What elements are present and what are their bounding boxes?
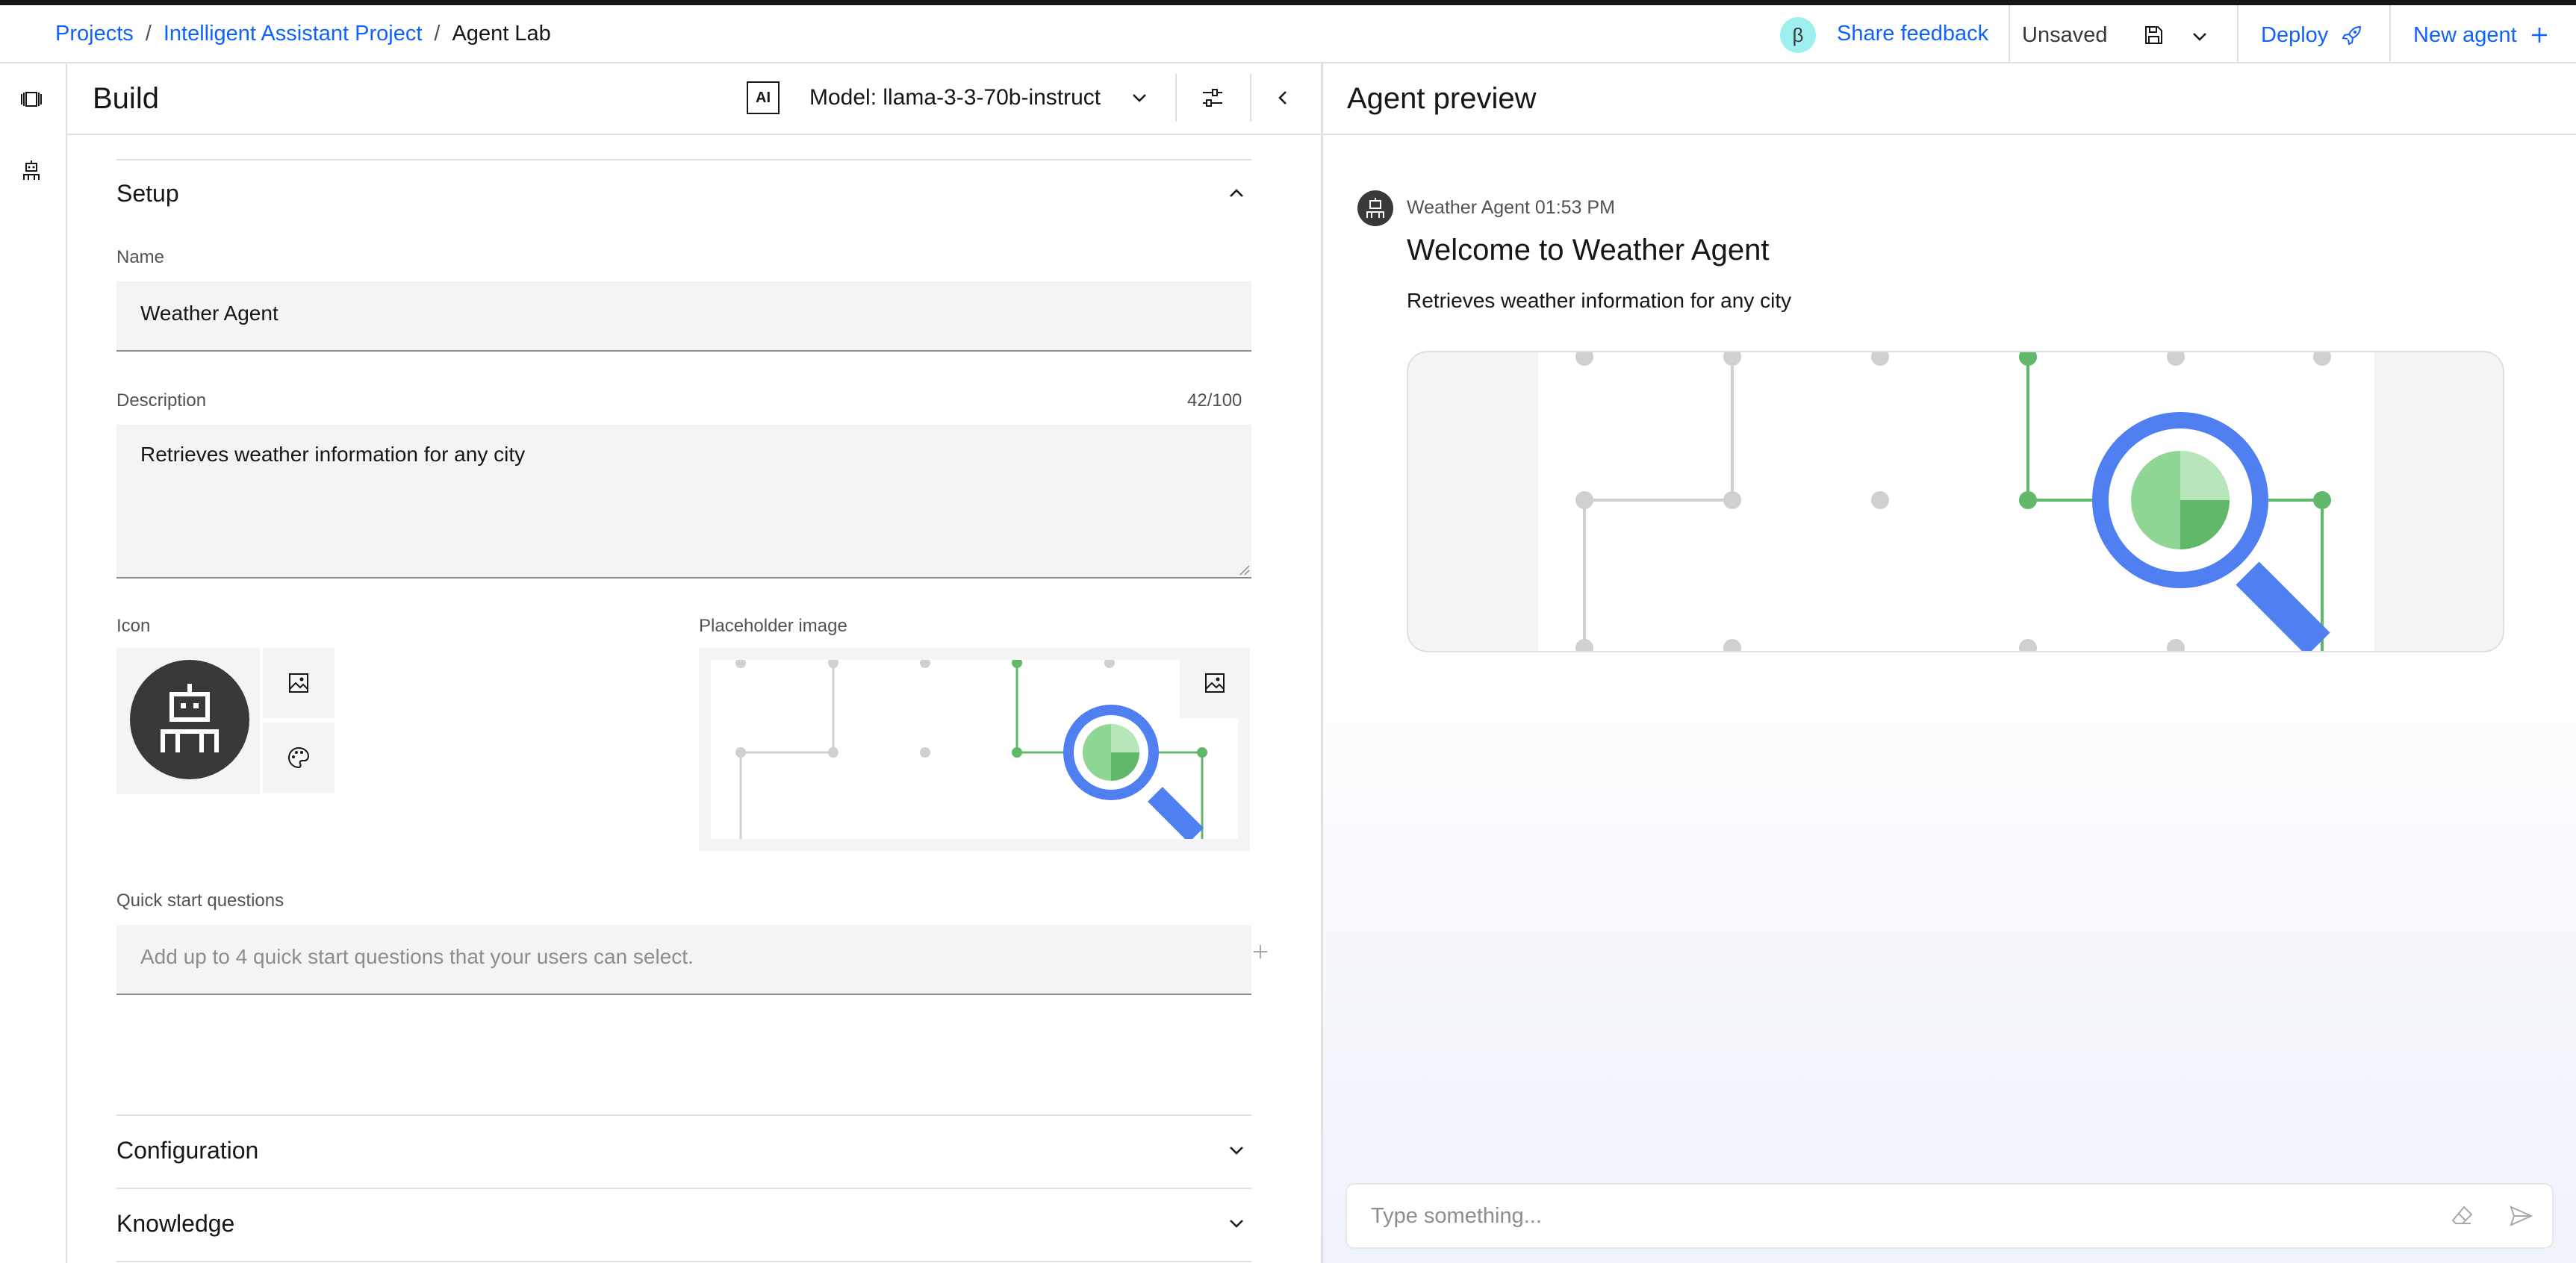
- header-divider: [2389, 5, 2391, 62]
- configuration-accordion-title[interactable]: Configuration: [116, 1134, 258, 1167]
- divider: [116, 159, 1251, 160]
- preview-header: Agent preview: [1323, 63, 2576, 135]
- header-divider: [2009, 5, 2010, 62]
- message-time: 01:53 PM: [1534, 197, 1615, 218]
- welcome-description: Retrieves weather information for any ci…: [1407, 289, 1792, 312]
- breadcrumb-projects[interactable]: Projects: [55, 19, 134, 49]
- upload-icon-button[interactable]: [263, 648, 335, 718]
- save-icon[interactable]: [2141, 23, 2165, 47]
- palette-icon: [288, 746, 310, 769]
- chat-input-placeholder: Type something...: [1371, 1204, 1542, 1228]
- welcome-illustration: [1575, 352, 2331, 651]
- breadcrumb-current: Agent Lab: [452, 22, 551, 46]
- breadcrumb-project[interactable]: Intelligent Assistant Project: [164, 19, 423, 49]
- placeholder-image-label: Placeholder image: [699, 616, 847, 636]
- divider: [116, 1261, 1251, 1262]
- new-agent-label: New agent: [2413, 23, 2517, 47]
- send-icon[interactable]: [2507, 1203, 2534, 1229]
- build-title: Build: [93, 82, 159, 115]
- name-field[interactable]: Weather Agent: [116, 281, 1251, 352]
- description-label: Description: [116, 390, 207, 411]
- eraser-icon[interactable]: [2449, 1203, 2476, 1229]
- ai-badge: AI: [747, 81, 780, 114]
- setup-accordion-title[interactable]: Setup: [116, 177, 179, 210]
- description-textarea[interactable]: Retrieves weather information for any ci…: [116, 425, 1251, 579]
- icon-color-button[interactable]: [263, 723, 335, 793]
- image-icon: [289, 673, 308, 693]
- robot-icon: [161, 684, 219, 752]
- divider: [116, 1114, 1251, 1116]
- plus-icon: [2531, 28, 2547, 43]
- save-options-chevron-icon[interactable]: [2188, 25, 2212, 49]
- breadcrumb-separator: /: [145, 22, 152, 46]
- toolbar-divider: [1175, 74, 1177, 122]
- quick-start-input[interactable]: Add up to 4 quick start questions that y…: [116, 925, 1267, 995]
- new-agent-button[interactable]: New agent: [2413, 20, 2550, 50]
- image-icon: [1205, 673, 1225, 693]
- settings-sliders-icon[interactable]: [1199, 84, 1226, 111]
- chevron-up-icon[interactable]: [1225, 181, 1248, 205]
- robot-icon: [1366, 198, 1384, 218]
- name-label: Name: [116, 247, 165, 267]
- deploy-label: Deploy: [2261, 23, 2329, 47]
- welcome-image: [1538, 352, 2374, 651]
- breadcrumb-separator: /: [434, 22, 441, 46]
- knowledge-accordion-title[interactable]: Knowledge: [116, 1207, 234, 1240]
- top-border: [0, 0, 2576, 5]
- divider: [116, 1188, 1251, 1189]
- build-panel: Build AI Model: llama-3-3-70b-instruct S…: [67, 63, 1323, 1263]
- description-char-count: 42/100: [1187, 390, 1242, 411]
- model-selector[interactable]: Model: llama-3-3-70b-instruct: [809, 83, 1101, 113]
- rocket-icon: [2342, 25, 2362, 46]
- description-value: Retrieves weather information for any ci…: [140, 443, 526, 466]
- resize-handle-icon[interactable]: [1236, 562, 1250, 576]
- icon-label: Icon: [116, 616, 151, 636]
- placeholder-image-preview: [711, 660, 1238, 839]
- breadcrumb: Projects / Intelligent Assistant Project…: [55, 19, 551, 49]
- agent-avatar: [130, 660, 249, 779]
- message-meta: Weather Agent 01:53 PM: [1407, 195, 1615, 220]
- upload-placeholder-button[interactable]: [1180, 648, 1250, 718]
- name-field-value: Weather Agent: [140, 302, 279, 325]
- header-divider: [2237, 5, 2239, 62]
- preview-title: Agent preview: [1347, 82, 1537, 115]
- quick-start-placeholder: Add up to 4 quick start questions that y…: [140, 945, 694, 968]
- chevron-down-icon[interactable]: [1127, 86, 1151, 110]
- deploy-button[interactable]: Deploy: [2261, 20, 2364, 50]
- beta-badge: β: [1780, 17, 1816, 53]
- welcome-title: Welcome to Weather Agent: [1407, 234, 1770, 266]
- carousel-icon[interactable]: [18, 86, 45, 113]
- agent-preview-panel: Agent preview Weather Agent 01:53 PM Wel…: [1323, 63, 2576, 1263]
- welcome-image-card: [1407, 351, 2504, 652]
- left-rail: [0, 63, 67, 1263]
- agent-icon[interactable]: [18, 158, 45, 184]
- top-header: Projects / Intelligent Assistant Project…: [0, 5, 2576, 63]
- add-question-plus-icon[interactable]: [1248, 940, 1272, 964]
- chevron-down-icon[interactable]: [1225, 1138, 1248, 1162]
- placeholder-illustration: [735, 660, 1207, 839]
- chevron-left-icon[interactable]: [1271, 86, 1295, 110]
- toolbar-divider: [1250, 74, 1251, 122]
- quick-start-label: Quick start questions: [116, 891, 284, 911]
- share-feedback-link[interactable]: Share feedback: [1837, 19, 1988, 49]
- build-header: Build AI Model: llama-3-3-70b-instruct: [67, 63, 1321, 135]
- save-status: Unsaved: [2022, 23, 2108, 47]
- message-sender: Weather Agent: [1407, 197, 1530, 218]
- chat-input[interactable]: Type something...: [1347, 1185, 2552, 1247]
- chevron-down-icon[interactable]: [1225, 1211, 1248, 1235]
- agent-avatar-small: [1357, 190, 1393, 226]
